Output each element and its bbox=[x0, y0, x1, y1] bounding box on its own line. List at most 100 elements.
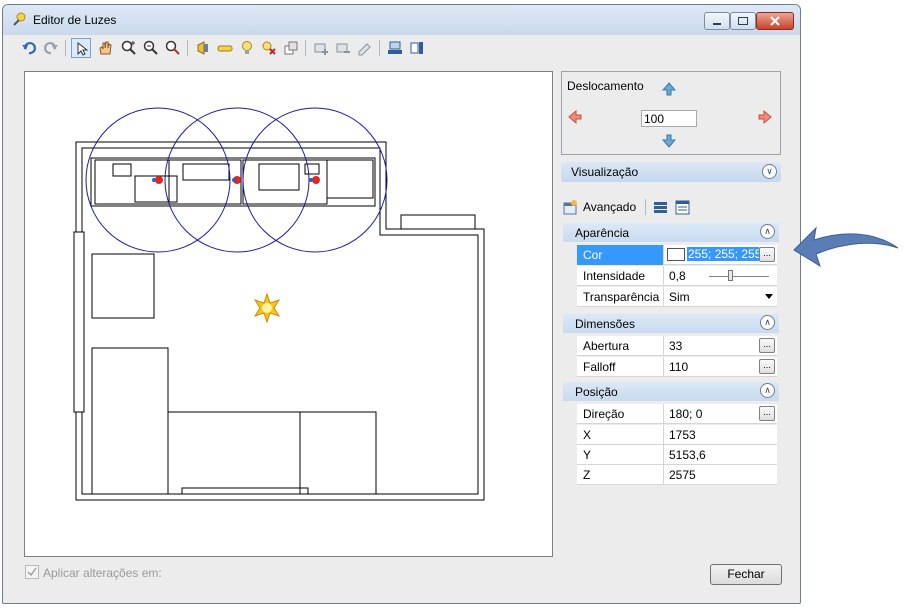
side-view-button[interactable] bbox=[407, 38, 427, 58]
category-dimensions[interactable]: Dimensões ∧ bbox=[563, 314, 779, 333]
pan-tool-button[interactable] bbox=[95, 38, 115, 58]
select-tool-button[interactable] bbox=[71, 38, 91, 58]
property-tabs: Avançado bbox=[561, 195, 781, 219]
layer-button[interactable] bbox=[281, 38, 301, 58]
property-pages-icon[interactable] bbox=[675, 200, 690, 215]
inner-wall bbox=[81, 147, 479, 495]
zoom-extents-icon bbox=[165, 40, 180, 55]
light-editor-app-icon bbox=[13, 12, 26, 26]
aperture-value[interactable]: 33 bbox=[669, 339, 682, 353]
dropdown-arrow-icon[interactable] bbox=[765, 294, 773, 300]
color-picker-button[interactable]: ... bbox=[759, 247, 775, 262]
zoom-extents-button[interactable] bbox=[163, 38, 183, 58]
property-row-y[interactable]: Y 5153,6 bbox=[577, 445, 777, 465]
spot-light-button[interactable] bbox=[193, 38, 213, 58]
delete-light-icon bbox=[262, 41, 276, 55]
zoom-in-button[interactable] bbox=[119, 38, 139, 58]
zoom-in-icon bbox=[121, 40, 136, 55]
toolbar bbox=[7, 36, 796, 60]
offset-input[interactable] bbox=[641, 110, 697, 127]
floor-plan-drawing[interactable] bbox=[25, 72, 552, 556]
edit-group-button[interactable] bbox=[355, 38, 375, 58]
color-swatch[interactable] bbox=[667, 248, 685, 261]
title-bar: Editor de Luzes bbox=[3, 5, 800, 35]
layer-icon bbox=[284, 41, 298, 55]
elevation-view-button[interactable] bbox=[385, 38, 405, 58]
close-window-button[interactable] bbox=[756, 12, 794, 30]
select-icon bbox=[77, 41, 89, 56]
categorized-view-icon[interactable] bbox=[653, 200, 668, 215]
arrow-right-icon[interactable] bbox=[758, 110, 772, 124]
direction-value[interactable]: 180; 0 bbox=[669, 407, 702, 421]
upper-cabinets bbox=[90, 157, 376, 207]
intensity-value[interactable]: 0,8 bbox=[669, 269, 686, 283]
property-row-direction[interactable]: Direção 180; 0 ... bbox=[577, 404, 777, 424]
property-row-aperture[interactable]: Abertura 33 ... bbox=[577, 336, 777, 356]
arrow-down-icon[interactable] bbox=[662, 134, 676, 148]
collapse-chevron-icon[interactable]: ∧ bbox=[760, 224, 775, 239]
outer-wall bbox=[75, 141, 485, 501]
linear-light-button[interactable] bbox=[215, 38, 235, 58]
color-value[interactable]: 255; 255; 255 bbox=[687, 247, 759, 261]
undo-icon bbox=[22, 42, 36, 55]
apply-changes-label: Aplicar alterações em: bbox=[43, 566, 162, 580]
property-row-intensity[interactable]: Intensidade 0,8 bbox=[577, 266, 777, 286]
redo-button[interactable] bbox=[41, 38, 61, 58]
light-editor-window: Editor de Luzes Deslocamento 100 Visuali… bbox=[2, 4, 801, 604]
callout-arrow-icon bbox=[793, 226, 899, 268]
falloff-edit-button[interactable]: ... bbox=[759, 359, 775, 374]
bulb-light-button[interactable] bbox=[237, 38, 257, 58]
spot-light-icon bbox=[197, 41, 208, 55]
remove-group-button[interactable] bbox=[333, 38, 353, 58]
add-group-button[interactable] bbox=[311, 38, 331, 58]
property-row-z[interactable]: Z 2575 bbox=[577, 465, 777, 485]
tab-advanced[interactable]: Avançado bbox=[583, 200, 636, 214]
collapse-chevron-icon[interactable]: ∧ bbox=[760, 383, 775, 398]
x-value[interactable]: 1753 bbox=[669, 428, 696, 442]
close-icon bbox=[770, 16, 780, 26]
plan-canvas[interactable] bbox=[24, 71, 553, 557]
undo-button[interactable] bbox=[19, 38, 39, 58]
property-row-x[interactable]: X 1753 bbox=[577, 425, 777, 445]
advanced-settings-icon bbox=[563, 200, 577, 215]
zoom-out-icon bbox=[143, 40, 158, 55]
arrow-left-icon[interactable] bbox=[568, 110, 582, 124]
visualization-section[interactable]: Visualização ∨ bbox=[561, 162, 781, 182]
left-window bbox=[73, 231, 85, 413]
light-point-3 bbox=[312, 176, 320, 184]
collapse-chevron-icon[interactable]: ∧ bbox=[760, 315, 775, 330]
light-point-1 bbox=[155, 176, 163, 184]
direction-edit-button[interactable]: ... bbox=[759, 406, 775, 421]
intensity-slider-thumb[interactable] bbox=[728, 270, 733, 281]
transparency-value[interactable]: Sim bbox=[669, 290, 690, 304]
zoom-out-button[interactable] bbox=[141, 38, 161, 58]
sun-light-icon[interactable] bbox=[253, 292, 281, 324]
left-room-block bbox=[91, 253, 155, 319]
property-row-transparency[interactable]: Transparência Sim bbox=[577, 287, 777, 307]
bulb-icon bbox=[242, 41, 252, 54]
expand-chevron-icon[interactable]: ∨ bbox=[762, 164, 777, 179]
category-position[interactable]: Posição ∧ bbox=[563, 382, 779, 401]
minimize-button[interactable] bbox=[704, 12, 730, 30]
category-appearance[interactable]: Aparência ∧ bbox=[563, 223, 779, 242]
property-row-color[interactable]: Cor 255; 255; 255 ... bbox=[577, 245, 777, 265]
side-view-icon bbox=[410, 42, 423, 54]
z-value[interactable]: 2575 bbox=[669, 468, 696, 482]
top-right-window bbox=[400, 214, 476, 230]
property-row-falloff[interactable]: Falloff 110 ... bbox=[577, 357, 777, 377]
aperture-edit-button[interactable]: ... bbox=[759, 338, 775, 353]
remove-group-icon bbox=[336, 43, 350, 53]
maximize-icon bbox=[738, 17, 748, 25]
delete-light-button[interactable] bbox=[259, 38, 279, 58]
y-value[interactable]: 5153,6 bbox=[669, 448, 706, 462]
apply-changes-checkbox[interactable]: Aplicar alterações em: bbox=[25, 565, 162, 580]
falloff-value[interactable]: 110 bbox=[669, 360, 688, 374]
maximize-button[interactable] bbox=[730, 12, 756, 30]
checkbox-icon bbox=[25, 565, 39, 579]
intensity-slider[interactable] bbox=[709, 276, 769, 277]
arrow-up-icon[interactable] bbox=[662, 82, 676, 96]
close-button[interactable]: Fechar bbox=[710, 564, 782, 585]
window-title: Editor de Luzes bbox=[33, 13, 117, 27]
pan-hand-icon bbox=[99, 41, 112, 55]
offset-panel: Deslocamento bbox=[561, 71, 781, 155]
